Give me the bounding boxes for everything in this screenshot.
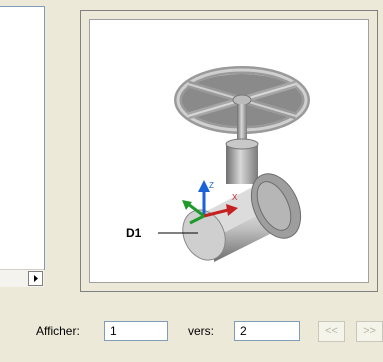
chevron-right-icon	[33, 275, 38, 282]
previous-page-button[interactable]: <<	[318, 321, 345, 342]
from-field[interactable]: 1	[104, 321, 168, 341]
axis-x-label: X	[232, 193, 238, 202]
valve-preview: Z X D1	[126, 66, 310, 262]
axis-z-label: Z	[209, 181, 214, 190]
component-list-panel[interactable]	[0, 6, 45, 270]
to-field[interactable]: 2	[234, 321, 300, 341]
show-label: Afficher:	[36, 324, 80, 338]
scroll-right-button[interactable]	[28, 271, 43, 286]
callout-label: D1	[126, 226, 142, 240]
pager-bar: Afficher: 1 vers: 2 << >>	[0, 308, 383, 362]
preview-frame: Z X D1	[80, 10, 378, 292]
next-page-button[interactable]: >>	[356, 321, 383, 342]
preview-canvas: Z X D1	[89, 19, 369, 283]
horizontal-scrollbar[interactable]	[0, 269, 44, 287]
to-label: vers:	[188, 324, 215, 338]
